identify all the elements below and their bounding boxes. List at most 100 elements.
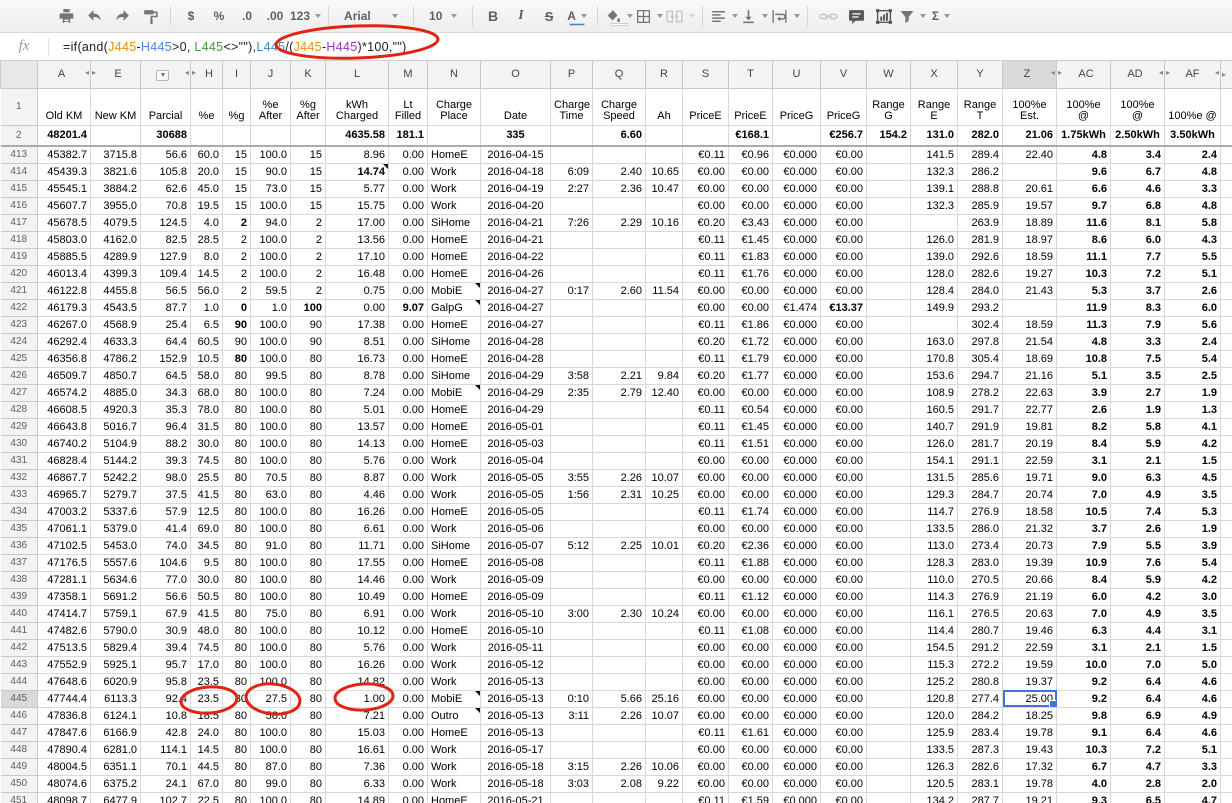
- cell-S416[interactable]: €0.00: [683, 197, 729, 214]
- cell-E418[interactable]: 4162.0: [91, 231, 141, 248]
- cell-V447[interactable]: €0.00: [821, 724, 867, 741]
- cell-L413[interactable]: 8.96: [326, 146, 389, 163]
- cell-AC422[interactable]: 11.9: [1057, 299, 1111, 316]
- cell-U442[interactable]: €0.000: [773, 639, 821, 656]
- cell-AD445[interactable]: 6.4: [1111, 690, 1165, 707]
- row-header-447[interactable]: 447: [1, 724, 38, 741]
- cell-O424[interactable]: 2016-04-28: [481, 333, 551, 350]
- row-header-426[interactable]: 426: [1, 367, 38, 384]
- hidden-columns-arrow-icon[interactable]: ▸: [1222, 70, 1226, 79]
- cell-R438[interactable]: [646, 571, 683, 588]
- cell-Q414[interactable]: 2.40: [593, 163, 646, 180]
- cell-S438[interactable]: €0.00: [683, 571, 729, 588]
- cell-T421[interactable]: €0.00: [729, 282, 773, 299]
- cell-L436[interactable]: 11.71: [326, 537, 389, 554]
- cell-W448[interactable]: [867, 741, 911, 758]
- cell-V443[interactable]: €0.00: [821, 656, 867, 673]
- cell-W438[interactable]: [867, 571, 911, 588]
- cell-FILLER425[interactable]: [1221, 350, 1232, 367]
- cell-T417[interactable]: €3.43: [729, 214, 773, 231]
- cell-E422[interactable]: 4543.5: [91, 299, 141, 316]
- cell-Y431[interactable]: 291.1: [958, 452, 1003, 469]
- cell-U438[interactable]: €0.000: [773, 571, 821, 588]
- cell-E446[interactable]: 6124.1: [91, 707, 141, 724]
- cell-AF438[interactable]: 4.2: [1165, 571, 1221, 588]
- cell-J425[interactable]: 100.0: [251, 350, 291, 367]
- row-header-432[interactable]: 432: [1, 469, 38, 486]
- cell-V415[interactable]: €0.00: [821, 180, 867, 197]
- cell-T422[interactable]: €0.00: [729, 299, 773, 316]
- cell-N414[interactable]: Work: [428, 163, 481, 180]
- cell-E447[interactable]: 6166.9: [91, 724, 141, 741]
- cell-E419[interactable]: 4289.9: [91, 248, 141, 265]
- cell-O423[interactable]: 2016-04-27: [481, 316, 551, 333]
- cell-A416[interactable]: 45607.7: [38, 197, 91, 214]
- cell-K446[interactable]: 80: [291, 707, 326, 724]
- cell-AC420[interactable]: 10.3: [1057, 265, 1111, 282]
- cell-Y435[interactable]: 286.0: [958, 520, 1003, 537]
- cell-FILLER439[interactable]: [1221, 588, 1232, 605]
- cell-P443[interactable]: [551, 656, 593, 673]
- cell-P413[interactable]: [551, 146, 593, 163]
- cell-R1[interactable]: Ah: [646, 88, 683, 125]
- cell-I416[interactable]: 15: [223, 197, 251, 214]
- column-header-K[interactable]: K: [291, 61, 326, 88]
- cell-R445[interactable]: 25.16: [646, 690, 683, 707]
- cell-Q432[interactable]: 2.26: [593, 469, 646, 486]
- fill-color-icon[interactable]: [605, 4, 633, 28]
- cell-U439[interactable]: €0.000: [773, 588, 821, 605]
- cell-V432[interactable]: €0.00: [821, 469, 867, 486]
- cell-G449[interactable]: 70.1: [141, 758, 191, 775]
- undo-icon[interactable]: [81, 4, 107, 28]
- cell-K445[interactable]: 80: [291, 690, 326, 707]
- cell-M421[interactable]: 0.00: [389, 282, 428, 299]
- cell-U2[interactable]: [773, 125, 821, 146]
- cell-L414[interactable]: 14.74: [326, 163, 389, 180]
- cell-Y443[interactable]: 272.2: [958, 656, 1003, 673]
- cell-M448[interactable]: 0.00: [389, 741, 428, 758]
- cell-H450[interactable]: 67.0: [191, 775, 223, 792]
- cell-G420[interactable]: 109.4: [141, 265, 191, 282]
- cell-P438[interactable]: [551, 571, 593, 588]
- cell-AF427[interactable]: 1.9: [1165, 384, 1221, 401]
- cell-U422[interactable]: €1.474: [773, 299, 821, 316]
- cell-AF444[interactable]: 4.6: [1165, 673, 1221, 690]
- row-header-419[interactable]: 419: [1, 248, 38, 265]
- cell-Y447[interactable]: 283.4: [958, 724, 1003, 741]
- cell-AD425[interactable]: 7.5: [1111, 350, 1165, 367]
- cell-AC429[interactable]: 8.2: [1057, 418, 1111, 435]
- cell-P420[interactable]: [551, 265, 593, 282]
- cell-L426[interactable]: 8.78: [326, 367, 389, 384]
- cell-K435[interactable]: 80: [291, 520, 326, 537]
- cell-N422[interactable]: GalpG: [428, 299, 481, 316]
- cell-T434[interactable]: €1.74: [729, 503, 773, 520]
- row-header-417[interactable]: 417: [1, 214, 38, 231]
- cell-M440[interactable]: 0.00: [389, 605, 428, 622]
- cell-Q438[interactable]: [593, 571, 646, 588]
- cell-S426[interactable]: €0.20: [683, 367, 729, 384]
- cell-W437[interactable]: [867, 554, 911, 571]
- cell-I439[interactable]: 80: [223, 588, 251, 605]
- cell-E448[interactable]: 6281.0: [91, 741, 141, 758]
- cell-W435[interactable]: [867, 520, 911, 537]
- cell-AD414[interactable]: 6.7: [1111, 163, 1165, 180]
- cell-G443[interactable]: 95.7: [141, 656, 191, 673]
- cell-G421[interactable]: 56.5: [141, 282, 191, 299]
- row-header-415[interactable]: 415: [1, 180, 38, 197]
- cell-Z443[interactable]: 19.59: [1003, 656, 1057, 673]
- cell-S436[interactable]: €0.20: [683, 537, 729, 554]
- column-header-E[interactable]: ▸E: [91, 61, 141, 88]
- cell-Q431[interactable]: [593, 452, 646, 469]
- cell-N447[interactable]: HomeE: [428, 724, 481, 741]
- cell-L422[interactable]: 0.00: [326, 299, 389, 316]
- cell-R421[interactable]: 11.54: [646, 282, 683, 299]
- cell-E431[interactable]: 5144.2: [91, 452, 141, 469]
- cell-W429[interactable]: [867, 418, 911, 435]
- cell-A446[interactable]: 47836.8: [38, 707, 91, 724]
- cell-Y440[interactable]: 276.5: [958, 605, 1003, 622]
- cell-Y434[interactable]: 276.9: [958, 503, 1003, 520]
- cell-W444[interactable]: [867, 673, 911, 690]
- cell-H448[interactable]: 14.5: [191, 741, 223, 758]
- cell-N438[interactable]: Work: [428, 571, 481, 588]
- cell-H434[interactable]: 12.5: [191, 503, 223, 520]
